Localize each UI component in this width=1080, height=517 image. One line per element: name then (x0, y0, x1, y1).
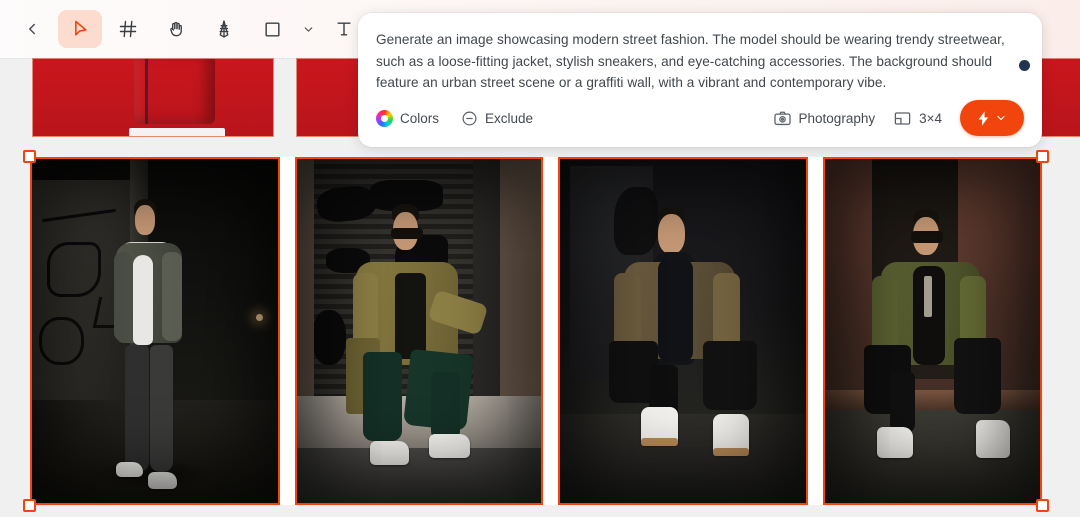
selection-handle-top-right[interactable] (1036, 150, 1049, 163)
chevron-down-icon (304, 26, 312, 32)
grid-hash-icon (119, 20, 137, 38)
result-image-1[interactable] (30, 157, 280, 505)
prompt-panel[interactable]: Generate an image showcasing modern stre… (358, 13, 1042, 147)
generate-chevron-down-icon (996, 115, 1005, 121)
text-t-icon (337, 22, 351, 36)
generate-button[interactable] (960, 100, 1024, 136)
aspect-ratio-label: 3×4 (919, 110, 942, 126)
selection-handle-bottom-left[interactable] (23, 499, 36, 512)
result-image-3[interactable] (558, 157, 808, 505)
pen-nib-icon (219, 20, 229, 38)
prompt-panel-controls: Colors Exclude Photography 3×4 (376, 95, 1024, 147)
result-image-4[interactable] (823, 157, 1042, 505)
thumbnail-1[interactable] (32, 58, 274, 137)
selection-handle-bottom-right[interactable] (1036, 499, 1049, 512)
exclude-button[interactable]: Exclude (461, 110, 533, 127)
pen-tool[interactable] (202, 10, 246, 48)
results-selection-frame[interactable] (23, 150, 1049, 512)
denim-jacket-shape (134, 59, 216, 124)
lightning-bolt-icon (978, 110, 988, 126)
colors-button[interactable]: Colors (376, 109, 440, 127)
style-button[interactable]: Photography (773, 109, 876, 128)
result-image-2[interactable] (295, 157, 543, 505)
camera-icon (773, 111, 791, 125)
prompt-text[interactable]: Generate an image showcasing modern stre… (376, 29, 1024, 94)
shape-tool[interactable] (250, 10, 294, 48)
hand-icon (170, 21, 182, 37)
exclude-minus-circle-icon (462, 111, 477, 125)
square-icon (264, 21, 280, 37)
style-label: Photography (798, 110, 876, 126)
result-image-4-photo (825, 159, 1040, 503)
exclude-label: Exclude (485, 110, 534, 126)
back-button[interactable] (10, 10, 54, 48)
text-cursor-dot (1019, 60, 1030, 71)
hand-tool[interactable] (154, 10, 198, 48)
aspect-ratio-button[interactable]: 3×4 (893, 109, 942, 128)
chevron-left-icon (29, 23, 35, 35)
result-image-1-photo (32, 159, 278, 503)
frame-tool[interactable] (106, 10, 150, 48)
cursor-arrow-icon (75, 20, 87, 36)
select-tool[interactable] (58, 10, 102, 48)
result-image-2-photo (297, 159, 541, 503)
colors-label: Colors (400, 110, 440, 126)
color-wheel-icon (376, 109, 393, 127)
aspect-ratio-icon (894, 111, 911, 125)
selection-handle-top-left[interactable] (23, 150, 36, 163)
shape-dropdown[interactable] (298, 10, 318, 48)
result-image-3-photo (560, 159, 806, 503)
denim-hem-shape (129, 128, 225, 136)
